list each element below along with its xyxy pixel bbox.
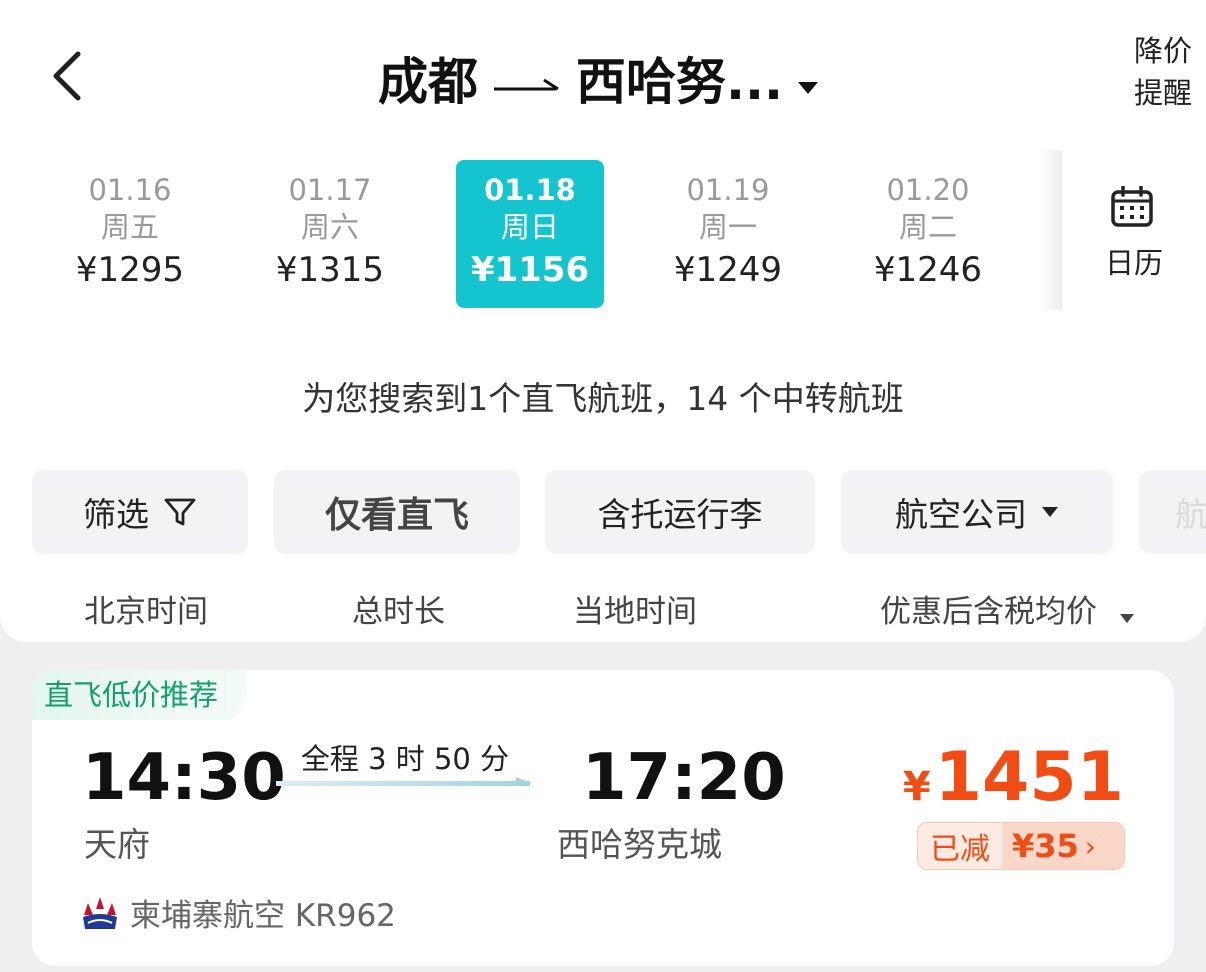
calendar-icon: [1110, 185, 1154, 232]
airline-info: 柬埔寨航空 KR962: [80, 890, 396, 935]
weekday-label: 周六: [300, 210, 359, 244]
price-value: 1451: [934, 738, 1124, 817]
arrival-airport: 西哈努克城: [557, 825, 722, 864]
chevron-right-icon: ›: [1084, 829, 1096, 863]
weekday-label: 周日: [500, 210, 559, 244]
origin-city: 成都: [378, 53, 478, 111]
back-button[interactable]: [40, 46, 96, 106]
discount-badge[interactable]: 已减 ¥35 ›: [917, 822, 1125, 870]
sort-total-duration[interactable]: 总时长: [352, 586, 445, 631]
calendar-divider-shadow: [1040, 150, 1062, 310]
sort-beijing-time[interactable]: 北京时间: [84, 586, 208, 631]
cambodia-airways-logo-icon: [80, 895, 120, 931]
date-price: ¥1315: [275, 250, 385, 290]
route-title[interactable]: 成都 西哈努...: [378, 46, 819, 111]
carry-on-chip[interactable]: 含托运行李: [545, 470, 815, 554]
destination-city: 西哈努...: [576, 53, 783, 111]
date-price: ¥1295: [75, 250, 185, 290]
price-alert-button[interactable]: 降价 提醒: [1128, 30, 1198, 114]
more-filter-label: 航: [1175, 495, 1206, 534]
more-filter-chip[interactable]: 航: [1139, 470, 1206, 554]
date-label: 01.20: [886, 173, 970, 207]
airline-name: 柬埔寨航空 KR962: [130, 898, 396, 934]
search-summary: 为您搜索到1个直飞航班，14 个中转航班: [302, 379, 904, 418]
caret-down-icon: [797, 49, 819, 107]
flight-price: ¥1451: [903, 738, 1124, 827]
date-price: ¥1249: [673, 250, 783, 290]
direct-only-label: 仅看直飞: [324, 495, 469, 536]
airline-dropdown[interactable]: 航空公司: [841, 470, 1113, 554]
calendar-button[interactable]: 日历: [1062, 150, 1206, 310]
direct-only-chip[interactable]: 仅看直飞: [274, 470, 520, 554]
date-price: ¥1246: [873, 250, 983, 290]
date-item-0116[interactable]: 01.16 周五 ¥1295: [56, 160, 204, 308]
date-item-0118-selected[interactable]: 01.18 周日 ¥1156: [456, 160, 604, 308]
date-label: 01.18: [484, 173, 576, 207]
caret-down-icon: [1119, 596, 1135, 632]
carry-on-label: 含托运行李: [597, 495, 763, 534]
currency-symbol: ¥: [902, 764, 931, 810]
discount-label: 已减: [930, 832, 990, 867]
date-price: ¥1156: [470, 250, 590, 290]
departure-time: 14:30: [82, 741, 286, 815]
filter-label: 筛选: [83, 495, 149, 534]
date-selector: 01.16 周五 ¥1295 01.17 周六 ¥1315 01.18 周日 ¥…: [30, 160, 1046, 308]
calendar-label: 日历: [1104, 246, 1163, 280]
route-arrow-icon: [492, 49, 562, 107]
date-item-0120[interactable]: 01.20 周二 ¥1246: [854, 160, 1002, 308]
price-alert-label-1: 降价: [1133, 34, 1192, 68]
weekday-label: 周二: [898, 210, 957, 244]
funnel-icon: [163, 496, 197, 528]
discount-amount: ¥35: [1012, 827, 1079, 865]
sort-price[interactable]: 优惠后含税均价: [880, 586, 1135, 632]
departure-airport: 天府: [84, 825, 150, 864]
caret-down-icon: [1041, 506, 1059, 518]
recommend-tag: 直飞低价推荐: [32, 670, 247, 720]
date-label: 01.19: [686, 173, 770, 207]
sort-local-time[interactable]: 当地时间: [573, 586, 697, 631]
arrival-time: 17:20: [582, 741, 786, 815]
price-alert-label-2: 提醒: [1133, 76, 1192, 110]
sort-price-label: 优惠后含税均价: [880, 594, 1097, 630]
weekday-label: 周五: [100, 210, 159, 244]
date-item-0117[interactable]: 01.17 周六 ¥1315: [256, 160, 404, 308]
back-arrow-icon: [53, 51, 81, 101]
date-label: 01.16: [88, 173, 172, 207]
date-label: 01.17: [288, 173, 372, 207]
filter-button[interactable]: 筛选: [32, 470, 248, 554]
weekday-label: 周一: [698, 210, 757, 244]
date-item-0119[interactable]: 01.19 周一 ¥1249: [654, 160, 802, 308]
airline-dropdown-label: 航空公司: [895, 495, 1027, 534]
duration-arrow-line: [276, 776, 534, 796]
flight-duration: 全程 3 时 50 分: [300, 742, 510, 776]
